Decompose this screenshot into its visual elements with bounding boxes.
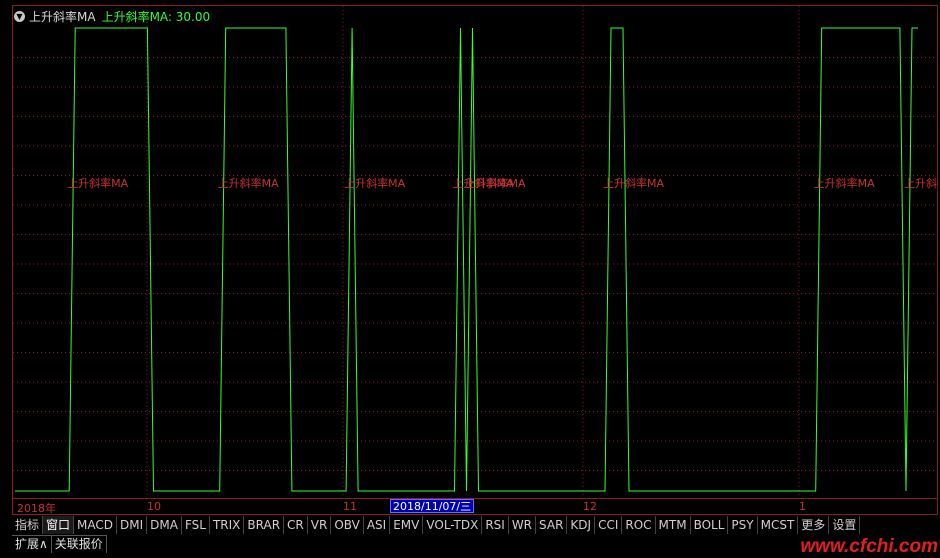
tab-boll[interactable]: BOLL	[691, 516, 729, 534]
tab-roc[interactable]: ROC	[622, 516, 656, 534]
date-axis-label: 10	[147, 500, 161, 513]
related-quotes-button[interactable]: 关联报价	[52, 536, 107, 553]
date-axis-label: 11	[343, 500, 357, 513]
tab-cci[interactable]: CCI	[595, 516, 623, 534]
tab-fsl[interactable]: FSL	[182, 516, 210, 534]
expand-button[interactable]: 扩展∧	[12, 536, 52, 553]
tab-macd[interactable]: MACD	[74, 516, 118, 534]
tab-brar[interactable]: BRAR	[244, 516, 285, 534]
tab-vr[interactable]: VR	[308, 516, 332, 534]
tab-cr[interactable]: CR	[284, 516, 308, 534]
tab-window[interactable]: 窗口	[43, 516, 75, 534]
tab-dma[interactable]: DMA	[147, 516, 182, 534]
signal-label: 上升斜率MA	[218, 176, 279, 190]
indicator-header: ▼ 上升斜率MA 上升斜率MA: 30.00	[14, 7, 210, 25]
tab-rsi[interactable]: RSI	[482, 516, 509, 534]
tab-asi[interactable]: ASI	[364, 516, 391, 534]
tab-mtm[interactable]: MTM	[656, 516, 691, 534]
tab-kdj[interactable]: KDJ	[567, 516, 596, 534]
tab-indicator[interactable]: 指标	[12, 516, 44, 534]
date-cursor-label: 2018/11/07/三	[390, 499, 475, 513]
signal-label: 上升斜率MA	[904, 176, 937, 190]
tab-emv[interactable]: EMV	[390, 516, 424, 534]
indicator-name: 上升斜率MA	[29, 9, 96, 24]
indicator-tab-bar: 指标 窗口 MACD DMI DMA FSL TRIX BRAR CR VR O…	[12, 516, 861, 534]
tab-more[interactable]: 更多	[798, 516, 830, 534]
indicator-chart[interactable]: 上升斜率MA 上升斜率MA 上升斜率MA 上升斜率MA 上升斜率MA 上升斜率MA 上升斜率…	[13, 6, 937, 498]
tab-dmi[interactable]: DMI	[117, 516, 148, 534]
tab-wr[interactable]: WR	[509, 516, 537, 534]
date-axis-label: 1	[799, 500, 806, 513]
tab-psy[interactable]: PSY	[728, 516, 758, 534]
date-axis-label: 12	[583, 500, 597, 513]
tab-vol-tdx[interactable]: VOL-TDX	[423, 516, 483, 534]
signal-label: 上升斜率MA	[603, 176, 664, 190]
bottom-bar: 扩展∧ 关联报价	[12, 535, 107, 554]
tab-obv[interactable]: OBV	[331, 516, 364, 534]
signal-label: 上升斜率MA	[67, 176, 128, 190]
date-axis-label: 2018年	[17, 502, 56, 515]
signal-label: 上升斜率MA	[465, 176, 526, 190]
series-line	[15, 27, 918, 492]
tab-sar[interactable]: SAR	[536, 516, 568, 534]
indicator-chart-panel[interactable]: 上升斜率MA 上升斜率MA 上升斜率MA 上升斜率MA 上升斜率MA 上升斜率MA 上升斜率…	[12, 5, 938, 499]
date-axis: 2018年 10 11 12 1 2018/11/07/三	[12, 499, 938, 515]
signal-label: 上升斜率MA	[344, 176, 405, 190]
collapse-chevron-icon[interactable]: ▼	[14, 10, 25, 22]
indicator-value: 上升斜率MA: 30.00	[101, 9, 211, 24]
tab-trix[interactable]: TRIX	[210, 516, 245, 534]
tab-settings[interactable]: 设置	[829, 516, 861, 534]
watermark: www.cfchi.com	[800, 536, 938, 557]
tab-mcst[interactable]: MCST	[758, 516, 799, 534]
signal-label: 上升斜率MA	[814, 176, 875, 190]
